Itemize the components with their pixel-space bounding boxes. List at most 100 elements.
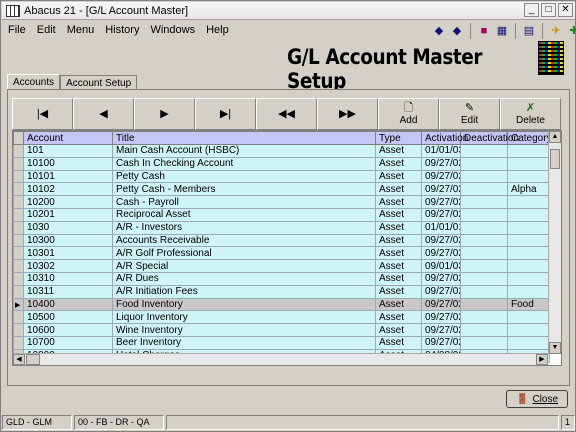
- cell-activation[interactable]: 09/27/02: [421, 246, 461, 261]
- cell-deactivation[interactable]: [460, 144, 508, 158]
- cell-activation[interactable]: 01/01/01: [421, 220, 461, 235]
- cell-type[interactable]: Asset: [375, 169, 422, 184]
- cell-deactivation[interactable]: [460, 335, 508, 350]
- cell-category[interactable]: [507, 233, 550, 248]
- maximize-button[interactable]: □: [541, 3, 556, 17]
- cell-activation[interactable]: 09/27/02: [421, 335, 461, 350]
- cell-account[interactable]: 10700: [23, 335, 113, 350]
- row-indicator[interactable]: [13, 195, 24, 209]
- tab-accounts[interactable]: Accounts: [7, 74, 61, 90]
- cell-title[interactable]: A/R Golf Professional: [112, 246, 376, 261]
- cell-title[interactable]: Accounts Receivable: [112, 233, 376, 248]
- cell-category[interactable]: [507, 335, 550, 350]
- cell-deactivation[interactable]: [460, 220, 508, 235]
- cell-category[interactable]: [507, 220, 550, 235]
- horizontal-scrollbar[interactable]: ◀ ▶: [13, 353, 548, 365]
- cell-account[interactable]: 10302: [23, 259, 113, 273]
- table-row[interactable]: 10400Food InventoryAsset09/27/02 Food: [13, 297, 550, 312]
- calendar-icon[interactable]: ▦: [494, 23, 510, 39]
- cell-category[interactable]: [507, 284, 550, 299]
- table-row[interactable]: 10300 Accounts Receivable Asset 09/27/02: [13, 233, 550, 248]
- cell-account[interactable]: 10500: [23, 310, 113, 325]
- cell-type[interactable]: Asset: [375, 323, 422, 337]
- scroll-right-arrow-icon[interactable]: ▶: [536, 354, 548, 365]
- table-row[interactable]: 10500 Liquor Inventory Asset 09/27/02: [13, 310, 550, 325]
- column-header-category[interactable]: Category: [507, 131, 552, 145]
- cell-type[interactable]: Asset: [375, 220, 422, 235]
- cell-activation[interactable]: 09/27/02: [421, 182, 461, 197]
- cell-type[interactable]: Asset: [375, 335, 422, 350]
- cell-category[interactable]: [507, 169, 550, 184]
- cell-category[interactable]: [507, 259, 550, 273]
- cell-activation[interactable]: 09/27/02: [421, 169, 461, 184]
- cell-title[interactable]: Main Cash Account (HSBC): [112, 144, 376, 158]
- table-row[interactable]: 10100 Cash In Checking Account Asset 09/27/…: [13, 156, 550, 171]
- cell-activation[interactable]: 09/27/02: [421, 297, 461, 312]
- fast-forward-button[interactable]: ▶▶: [317, 98, 378, 130]
- cell-deactivation[interactable]: [460, 195, 508, 209]
- add-button[interactable]: 🗋 Add: [378, 98, 439, 130]
- scroll-up-arrow-icon[interactable]: ▲: [549, 131, 561, 143]
- cell-type[interactable]: Asset: [375, 284, 422, 299]
- cell-category[interactable]: [507, 246, 550, 261]
- cell-category[interactable]: [507, 310, 550, 325]
- vertical-scrollbar[interactable]: ▲ ▼: [548, 131, 561, 354]
- cell-account[interactable]: 10310: [23, 271, 113, 286]
- cell-activation[interactable]: 09/27/02: [421, 271, 461, 286]
- cell-deactivation[interactable]: [460, 284, 508, 299]
- row-indicator[interactable]: [13, 323, 24, 337]
- cell-type[interactable]: Asset: [375, 144, 422, 158]
- table-row[interactable]: 10201 Reciprocal Asset Asset 09/27/02: [13, 207, 550, 222]
- cell-account[interactable]: 10200: [23, 195, 113, 209]
- cell-activation[interactable]: 09/27/02: [421, 156, 461, 171]
- cell-category[interactable]: [507, 207, 550, 222]
- cell-type[interactable]: Asset: [375, 297, 422, 312]
- cell-activation[interactable]: 09/27/02: [421, 323, 461, 337]
- cell-activation[interactable]: 09/01/03: [421, 259, 461, 273]
- table-row[interactable]: 10200 Cash - Payroll Asset 09/27/02: [13, 195, 550, 209]
- row-indicator[interactable]: [13, 156, 24, 171]
- menu-file[interactable]: File: [7, 23, 27, 39]
- forward-arrow-icon[interactable]: ◆: [449, 23, 465, 39]
- cell-activation[interactable]: 09/27/02: [421, 233, 461, 248]
- book-icon[interactable]: ■: [476, 23, 492, 39]
- first-record-button[interactable]: |◀: [12, 98, 73, 130]
- column-header-activation[interactable]: Activation: [421, 131, 468, 145]
- row-indicator[interactable]: [13, 233, 24, 248]
- row-indicator[interactable]: [13, 335, 24, 350]
- cell-account[interactable]: 10400: [23, 297, 113, 312]
- cell-type[interactable]: Asset: [375, 207, 422, 222]
- close-window-button[interactable]: ✕: [558, 3, 573, 17]
- cell-title[interactable]: Cash - Payroll: [112, 195, 376, 209]
- minimize-button[interactable]: _: [524, 3, 539, 17]
- row-indicator[interactable]: [13, 310, 24, 325]
- cell-deactivation[interactable]: [460, 156, 508, 171]
- table-row[interactable]: 10310 A/R Dues Asset 09/27/02: [13, 271, 550, 286]
- cell-title[interactable]: Liquor Inventory: [112, 310, 376, 325]
- cell-title[interactable]: A/R Special: [112, 259, 376, 273]
- row-indicator[interactable]: [13, 284, 24, 299]
- cell-category[interactable]: [507, 144, 550, 158]
- menu-windows[interactable]: Windows: [149, 23, 196, 39]
- cell-title[interactable]: Food Inventory: [112, 297, 376, 312]
- cell-account[interactable]: 10300: [23, 233, 113, 248]
- cell-type[interactable]: Asset: [375, 182, 422, 197]
- menu-edit[interactable]: Edit: [36, 23, 57, 39]
- cell-deactivation[interactable]: [460, 323, 508, 337]
- row-indicator[interactable]: [13, 169, 24, 184]
- cell-activation[interactable]: 09/27/02: [421, 195, 461, 209]
- cell-category[interactable]: [507, 195, 550, 209]
- cell-title[interactable]: A/R - Investors: [112, 220, 376, 235]
- help-icon[interactable]: ✚: [566, 23, 576, 39]
- table-row[interactable]: 10102 Petty Cash - Members Asset 09/27/02 Al…: [13, 182, 550, 197]
- cell-title[interactable]: Cash In Checking Account: [112, 156, 376, 171]
- cell-title[interactable]: Wine Inventory: [112, 323, 376, 337]
- table-row[interactable]: 10301 A/R Golf Professional Asset 09/27/02: [13, 246, 550, 261]
- column-header-account[interactable]: Account: [23, 131, 113, 145]
- cell-type[interactable]: Asset: [375, 271, 422, 286]
- cell-account[interactable]: 1030: [23, 220, 113, 235]
- menu-menu[interactable]: Menu: [66, 23, 96, 39]
- row-indicator[interactable]: [13, 271, 24, 286]
- menu-history[interactable]: History: [104, 23, 140, 39]
- row-indicator[interactable]: [13, 144, 24, 158]
